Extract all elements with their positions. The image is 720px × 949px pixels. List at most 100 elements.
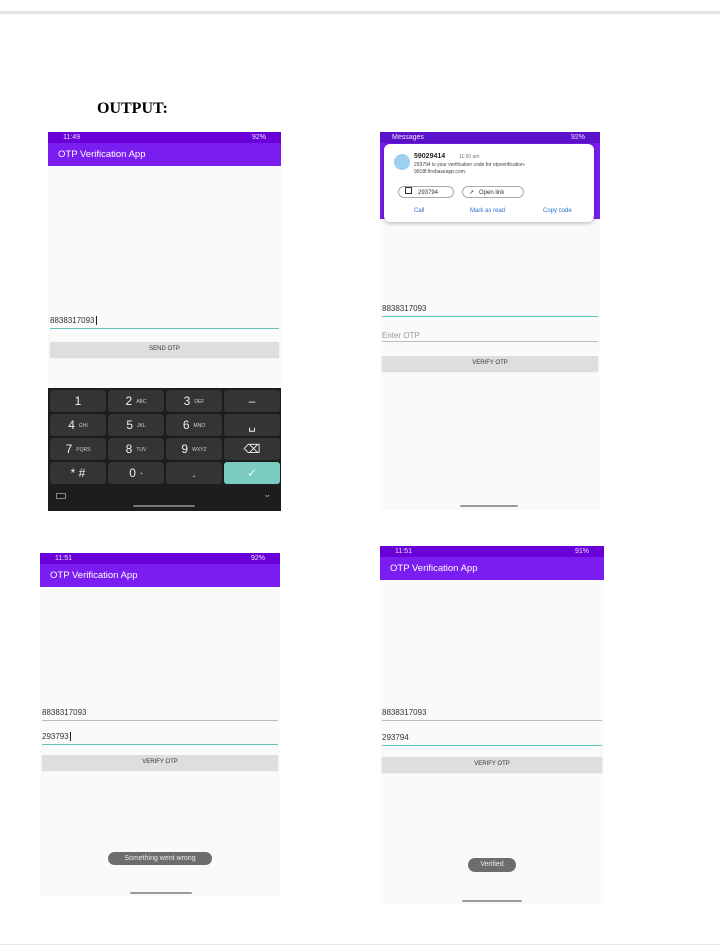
key-label: . [192, 466, 196, 480]
phone-input[interactable]: 8838317093 [42, 708, 278, 721]
gesture-bar[interactable] [130, 892, 192, 894]
otp-value: 293793 [42, 732, 69, 741]
screenshot-wrong-otp: 11:51 92% OTP Verification App 883831709… [40, 553, 280, 896]
status-time: 11:49 [63, 134, 80, 141]
gesture-bar[interactable] [460, 505, 518, 507]
copy-icon [405, 187, 412, 194]
keypad-key[interactable]: 1 [50, 390, 106, 412]
copy-otp-chip[interactable]: 293794 [398, 186, 454, 198]
key-sublabel: + [139, 470, 143, 477]
sender-name: 59029414 [414, 153, 446, 160]
open-link-chip[interactable]: ↗ Open link [462, 186, 524, 198]
key-sublabel: DEF [194, 398, 205, 405]
battery-level: 92% [251, 134, 266, 141]
key-label: 4 [68, 418, 75, 432]
key-sublabel: ABC [136, 398, 147, 405]
text-cursor [95, 316, 97, 326]
top-divider [0, 11, 720, 14]
app-title: OTP Verification App [380, 557, 604, 580]
keypad-key[interactable]: * # [50, 462, 106, 484]
error-toast: Something went wrong [108, 852, 212, 865]
keypad-key[interactable]: 7 PQRS [50, 438, 106, 460]
battery-level: 92% [570, 134, 585, 141]
keypad-key[interactable]: ✓ [224, 462, 280, 484]
success-toast: Verified [468, 858, 516, 872]
status-bar: 11:49 92% [48, 132, 281, 143]
otp-input[interactable]: 293794 [382, 733, 602, 746]
keypad-key[interactable]: 0 + [108, 462, 164, 484]
status-bar: 11:51 91% [380, 546, 604, 557]
app-title: OTP Verification App [48, 143, 281, 166]
numeric-keyboard: 1 2 ABC 3 DEF –4 GHI 5 JKL 6 MNO ␣ 7 PQRS 8 TUV 9 WXYZ ⌫ * … [48, 388, 281, 511]
phone-input[interactable]: 8838317093 [382, 708, 602, 721]
status-time: 11:51 [55, 555, 72, 562]
phone-input[interactable]: 8838317093 [50, 316, 279, 329]
app-title: OTP Verification App [40, 564, 280, 587]
bottom-divider [0, 944, 720, 945]
key-label: 6 [182, 418, 190, 432]
keypad-key[interactable]: 2 ABC [108, 390, 164, 412]
verify-otp-button[interactable]: VERIFY OTP [42, 755, 278, 770]
mark-as-read-action[interactable]: Mark as read [470, 208, 505, 214]
output-heading: OUTPUT: [97, 100, 168, 117]
phone-value: 8838317093 [42, 708, 87, 717]
notification-time: 11:50 am [459, 154, 480, 160]
status-bar: Messages 92% [380, 132, 600, 143]
gesture-bar[interactable] [462, 900, 522, 902]
verify-otp-button[interactable]: VERIFY OTP [382, 757, 602, 772]
status-time: 11:51 [395, 548, 412, 555]
keypad-key[interactable]: 5 JKL [108, 414, 164, 436]
key-label: 3 [183, 394, 191, 408]
key-label: 1 [74, 394, 82, 408]
gesture-bar[interactable] [133, 505, 195, 507]
copy-code-action[interactable]: Copy code [543, 208, 572, 214]
keypad-key[interactable]: . [166, 462, 222, 484]
key-sublabel: WXYZ [192, 446, 207, 453]
messages-label: Messages [392, 134, 424, 141]
status-bar: 11:51 92% [40, 553, 280, 564]
avatar [394, 154, 410, 170]
key-label: 5 [126, 418, 134, 432]
key-sublabel: GHI [78, 422, 88, 429]
key-sublabel: MNO [193, 422, 206, 429]
keypad-key[interactable]: – [224, 390, 280, 412]
key-label: 7 [65, 442, 73, 456]
otp-placeholder: Enter OTP [382, 331, 420, 340]
key-sublabel: PQRS [76, 446, 91, 453]
verify-otp-button[interactable]: VERIFY OTP [382, 356, 598, 371]
text-cursor [69, 732, 71, 742]
phone-input[interactable]: 8838317093 [382, 304, 598, 317]
otp-input[interactable]: 293793 [42, 732, 278, 745]
screenshot-verified: 11:51 91% OTP Verification App 883831709… [380, 546, 604, 904]
screenshot-sms-notification: Messages 92% 59029414 11:50 am 293794 is… [380, 132, 600, 510]
sms-notification[interactable]: 59029414 11:50 am 293794 is your verific… [384, 144, 594, 222]
key-sublabel: JKL [137, 422, 146, 429]
otp-value: 293794 [382, 733, 409, 742]
keypad-key[interactable]: 4 GHI [50, 414, 106, 436]
phone-value: 8838317093 [50, 316, 95, 325]
chevron-down-icon[interactable]: ⌄ [263, 489, 271, 500]
key-sublabel: TUV [136, 446, 147, 453]
otp-input[interactable]: Enter OTP [382, 331, 598, 342]
keyboard-icon[interactable] [56, 493, 66, 499]
key-label: – [248, 394, 256, 408]
keypad-key[interactable]: 6 MNO [166, 414, 222, 436]
keypad-key[interactable]: ␣ [224, 414, 280, 436]
key-label: ✓ [246, 466, 258, 480]
message-text: 293794 is your verification code for otp… [414, 162, 526, 175]
key-label: ⌫ [243, 442, 261, 456]
keypad-key[interactable]: 9 WXYZ [166, 438, 222, 460]
copy-chip-label: 293794 [418, 190, 439, 196]
open-link-label: Open link [479, 190, 505, 196]
keypad-key[interactable]: 3 DEF [166, 390, 222, 412]
battery-level: 91% [574, 548, 589, 555]
battery-level: 92% [250, 555, 265, 562]
screenshot-send-otp: 11:49 92% OTP Verification App 883831709… [48, 132, 281, 511]
call-action[interactable]: Call [414, 208, 424, 214]
send-otp-button[interactable]: SEND OTP [50, 342, 279, 357]
key-label: 8 [125, 442, 133, 456]
keypad-key[interactable]: 8 TUV [108, 438, 164, 460]
key-label: 0 [129, 466, 136, 480]
keypad-key[interactable]: ⌫ [224, 438, 280, 460]
key-label: ␣ [248, 418, 256, 432]
